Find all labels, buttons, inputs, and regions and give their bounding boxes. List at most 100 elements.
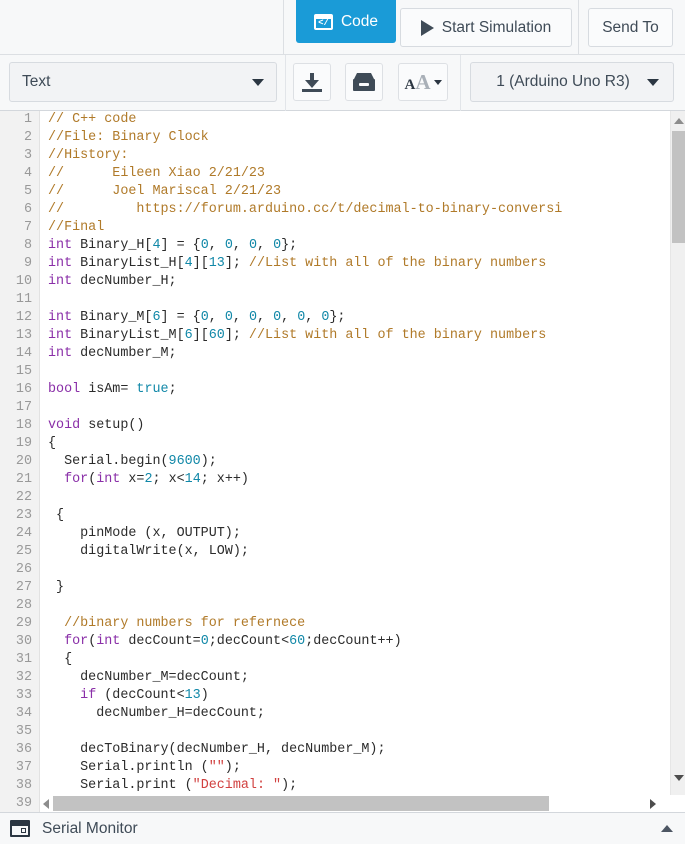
code-line[interactable]: Serial.print ("Decimal: "); [41, 777, 685, 795]
code-line[interactable]: digitalWrite(x, LOW); [41, 543, 685, 561]
serial-monitor-bar[interactable]: Serial Monitor [0, 812, 685, 844]
code-line[interactable]: decNumber_M=decCount; [41, 669, 685, 687]
code-line[interactable]: pinMode (x, OUTPUT); [41, 525, 685, 543]
code-token: ]; [224, 256, 249, 271]
code-editor[interactable]: 1 2 3 4 5 6 7 8 9 10 11 12 13 14 15 16 17 18 19 20 21 22 23 24 2… [0, 111, 685, 803]
code-token: 2 [144, 472, 153, 487]
line-number: 17 [15, 400, 32, 415]
chevron-up-icon[interactable] [661, 825, 673, 832]
code-line[interactable]: // https://forum.arduino.cc/t/decimal-to… [41, 201, 685, 219]
start-simulation-button[interactable]: Start Simulation [400, 8, 572, 47]
code-line[interactable]: //File: Binary Clock [41, 129, 685, 147]
code-line[interactable]: int BinaryList_H[4][13]; //List with all… [41, 255, 685, 273]
line-number: 28 [15, 598, 32, 613]
code-line[interactable]: int Binary_M[6] = {0, 0, 0, 0, 0, 0}; [41, 309, 685, 327]
code-line[interactable]: int Binary_H[4] = {0, 0, 0, 0}; [41, 237, 685, 255]
horizontal-scrollbar[interactable] [41, 795, 670, 812]
code-line[interactable]: //Final [41, 219, 685, 237]
chevron-down-icon [647, 78, 659, 86]
code-line[interactable]: void setup() [41, 417, 685, 435]
board-select[interactable]: 1 (Arduino Uno R3) [470, 62, 674, 102]
code-token: ) [200, 688, 209, 703]
code-line[interactable] [41, 363, 685, 381]
code-line[interactable]: if (decCount<13) [41, 687, 685, 705]
code-token: 0 [224, 310, 233, 325]
code-line[interactable]: //History: [41, 147, 685, 165]
code-line[interactable]: Serial.println (""); [41, 759, 685, 777]
code-token: , [232, 310, 249, 325]
toolbar-divider-2 [460, 55, 461, 111]
code-line[interactable]: for(int x=2; x<14; x++) [41, 471, 685, 489]
code-line[interactable]: // C++ code [41, 111, 685, 129]
code-line[interactable]: { [41, 435, 685, 453]
send-to-button[interactable]: Send To [588, 8, 673, 47]
code-line[interactable]: { [41, 507, 685, 525]
code-token: ); [200, 454, 217, 469]
code-token: int [48, 346, 73, 361]
code-token: } [48, 580, 65, 595]
code-line[interactable] [41, 489, 685, 507]
code-line[interactable]: decNumber_H=decCount; [41, 705, 685, 723]
mode-select-value: Text [22, 73, 51, 90]
board-select-value: 1 (Arduino Uno R3) [496, 73, 630, 90]
code-line[interactable] [41, 561, 685, 579]
font-size-button[interactable]: AA [398, 63, 448, 101]
line-number: 10 [15, 274, 32, 289]
library-button[interactable] [345, 63, 383, 101]
triangle-left-icon[interactable] [43, 799, 49, 809]
line-number: 15 [15, 364, 32, 379]
code-line[interactable]: // Eileen Xiao 2/21/23 [41, 165, 685, 183]
code-line[interactable]: // Joel Mariscal 2/21/23 [41, 183, 685, 201]
triangle-down-icon[interactable] [674, 775, 684, 781]
code-line[interactable]: for(int decCount=0;decCount<60;decCount+… [41, 633, 685, 651]
line-number: 5 [23, 184, 32, 199]
code-token: 0 [200, 238, 209, 253]
vertical-scrollbar[interactable] [670, 111, 685, 803]
code-line[interactable] [41, 291, 685, 309]
code-line[interactable]: decToBinary(decNumber_H, decNumber_M); [41, 741, 685, 759]
code-token: decNumber_M; [72, 346, 177, 361]
code-token: decToBinary(decNumber_H, decNumber_M); [48, 742, 386, 757]
start-simulation-label: Start Simulation [441, 18, 552, 36]
code-token: { [48, 508, 65, 523]
code-token: Serial.print ( [48, 778, 193, 793]
triangle-right-icon[interactable] [650, 799, 656, 809]
code-button[interactable]: Code [296, 0, 396, 43]
code-line[interactable]: { [41, 651, 685, 669]
code-token: "Decimal: " [192, 778, 282, 793]
code-line[interactable]: int decNumber_M; [41, 345, 685, 363]
code-line[interactable] [41, 399, 685, 417]
line-number: 27 [15, 580, 32, 595]
code-line[interactable] [41, 597, 685, 615]
horizontal-scrollbar-thumb[interactable] [53, 796, 549, 811]
code-line[interactable]: //binary numbers for refernece [41, 615, 685, 633]
code-line[interactable]: } [41, 579, 685, 597]
code-token: ;decCount++) [305, 634, 402, 649]
code-line[interactable]: Serial.begin(9600); [41, 453, 685, 471]
vertical-scrollbar-thumb[interactable] [672, 131, 685, 243]
line-number: 7 [23, 220, 32, 235]
code-token: 60 [208, 328, 225, 343]
line-number: 32 [15, 670, 32, 685]
code-token: isAm= [80, 382, 137, 397]
code-token: Binary_M[ [72, 310, 153, 325]
code-content[interactable]: // C++ code //File: Binary Clock //History… [41, 111, 685, 803]
line-number-last: 39 [0, 795, 40, 812]
code-token: //Final [48, 220, 105, 235]
line-number: 16 [15, 382, 32, 397]
code-line[interactable]: bool isAm= true; [41, 381, 685, 399]
code-line[interactable]: int decNumber_H; [41, 273, 685, 291]
mode-select[interactable]: Text [9, 62, 277, 102]
code-token: 0 [248, 310, 257, 325]
triangle-up-icon[interactable] [674, 118, 684, 124]
download-button[interactable] [293, 63, 331, 101]
code-token: BinaryList_M[ [72, 328, 185, 343]
line-number: 9 [23, 256, 32, 271]
code-token: // https://forum.arduino.cc/t/decimal-to… [48, 202, 563, 217]
line-number: 11 [15, 292, 32, 307]
code-line[interactable]: int BinaryList_M[6][60]; //List with all… [41, 327, 685, 345]
code-token: 0 [273, 238, 282, 253]
code-line[interactable] [41, 723, 685, 741]
serial-monitor-label: Serial Monitor [42, 819, 138, 837]
code-token: ][ [192, 328, 209, 343]
